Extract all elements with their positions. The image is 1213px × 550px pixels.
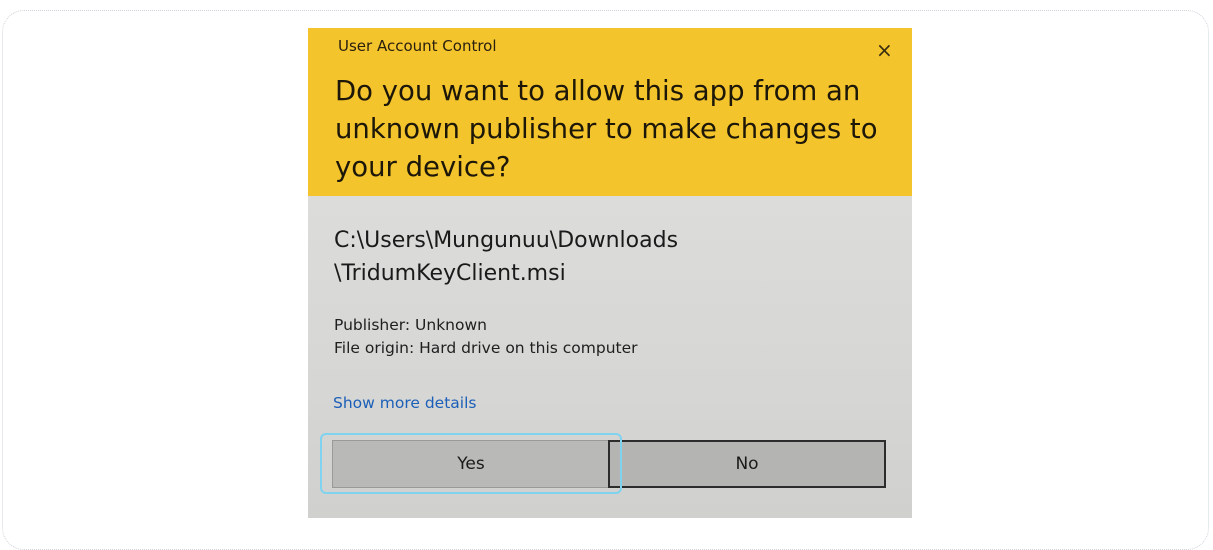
yes-button[interactable]: Yes	[332, 440, 610, 488]
file-origin-text: File origin: Hard drive on this computer	[334, 339, 638, 357]
no-button-label: No	[735, 454, 759, 474]
file-path: C:\Users\Mungunuu\Downloads \TridumKeyCl…	[334, 224, 894, 290]
warning-banner: User Account Control × Do you want to al…	[308, 28, 912, 196]
uac-dialog: User Account Control × Do you want to al…	[308, 28, 912, 518]
show-more-details-link[interactable]: Show more details	[333, 394, 476, 412]
yes-button-label: Yes	[457, 454, 485, 474]
file-metadata: Publisher: Unknown File origin: Hard dri…	[334, 314, 638, 360]
close-icon[interactable]: ×	[876, 40, 893, 60]
dialog-question: Do you want to allow this app from an un…	[335, 75, 878, 183]
file-path-line-1: C:\Users\Mungunuu\Downloads	[334, 228, 679, 253]
file-path-line-2: \TridumKeyClient.msi	[334, 261, 566, 286]
dialog-title: User Account Control	[338, 37, 497, 55]
no-button[interactable]: No	[608, 440, 886, 488]
publisher-text: Publisher: Unknown	[334, 316, 487, 334]
